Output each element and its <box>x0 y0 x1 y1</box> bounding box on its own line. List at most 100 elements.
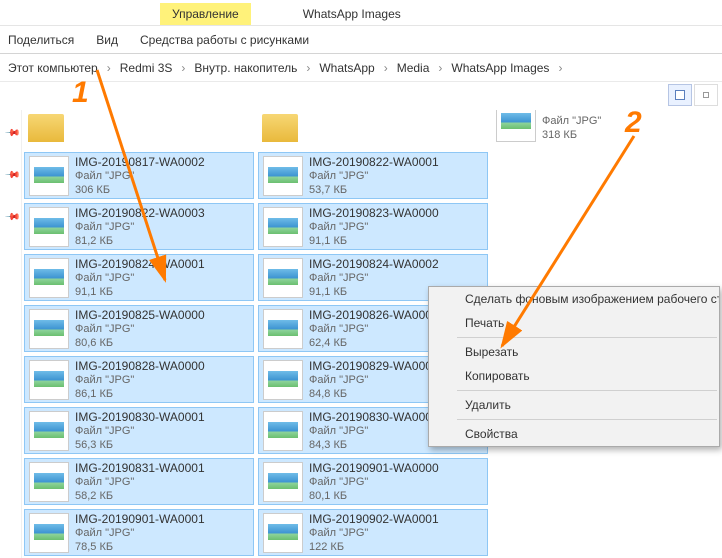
chevron-right-icon: › <box>303 61 313 75</box>
file-type: Файл "JPG" <box>75 169 205 183</box>
window-title: WhatsApp Images <box>291 3 413 25</box>
file-name: IMG-20190817-WA0002 <box>75 155 205 169</box>
file-type: Файл "JPG" <box>309 373 439 387</box>
file-name: IMG-20190830-WA0001 <box>75 410 205 424</box>
separator <box>457 390 717 391</box>
file-name: IMG-20190901-WA0000 <box>309 461 439 475</box>
file-type: Файл "JPG" <box>309 475 439 489</box>
chevron-right-icon: › <box>381 61 391 75</box>
file-type: Файл "JPG" <box>75 271 205 285</box>
pin-icon: 📌 <box>4 167 21 184</box>
crumb-3[interactable]: WhatsApp <box>315 59 378 77</box>
chevron-right-icon: › <box>178 61 188 75</box>
image-file-icon <box>29 462 69 502</box>
image-file-icon <box>263 360 303 400</box>
image-file-icon <box>29 258 69 298</box>
file-type: Файл "JPG" <box>75 322 205 336</box>
ribbon-view[interactable]: Вид <box>96 33 118 47</box>
crumb-0[interactable]: Этот компьютер <box>4 59 102 77</box>
file-size: 86,1 КБ <box>75 387 205 401</box>
image-file-icon <box>263 462 303 502</box>
file-name: IMG-20190830-WA0002 <box>309 410 439 424</box>
file-item[interactable]: IMG-20190830-WA0001Файл "JPG"56,3 КБ <box>24 407 254 454</box>
sidebar: 📌 📌 📌 <box>0 110 22 558</box>
file-name: IMG-20190829-WA0000 <box>309 359 439 373</box>
chevron-right-icon: › <box>555 61 565 75</box>
file-item[interactable]: IMG-20190825-WA0000Файл "JPG"80,6 КБ <box>24 305 254 352</box>
view-mode-toolbar <box>668 84 718 106</box>
file-item[interactable]: IMG-20190822-WA0001Файл "JPG"53,7 КБ <box>258 152 488 199</box>
file-item[interactable]: IMG-20190828-WA0000Файл "JPG"86,1 КБ <box>24 356 254 403</box>
file-name: IMG-20190902-WA0001 <box>309 512 439 526</box>
ribbon-tabs: Управление WhatsApp Images <box>0 0 722 26</box>
file-name: IMG-20190824-WA0001 <box>75 257 205 271</box>
image-file-icon <box>29 309 69 349</box>
file-type: Файл "JPG" <box>309 169 439 183</box>
file-type: Файл "JPG" <box>75 373 205 387</box>
pin-icon: 📌 <box>4 209 21 226</box>
breadcrumb[interactable]: Этот компьютер› Redmi 3S› Внутр. накопит… <box>0 54 722 82</box>
file-size: 58,2 КБ <box>75 489 205 503</box>
cm-copy[interactable]: Копировать <box>429 364 719 388</box>
file-item[interactable]: Файл "JPG" 318 КБ <box>492 110 720 144</box>
file-item[interactable]: IMG-20190822-WA0003Файл "JPG"81,2 КБ <box>24 203 254 250</box>
file-size: 91,1 КБ <box>309 234 439 248</box>
file-type: Файл "JPG" <box>309 271 439 285</box>
view-details-button[interactable] <box>694 84 718 106</box>
cm-delete[interactable]: Удалить <box>429 393 719 417</box>
image-file-icon <box>496 110 536 142</box>
file-type: Файл "JPG" <box>75 424 205 438</box>
file-size: 318 КБ <box>542 128 601 142</box>
file-size: 91,1 КБ <box>309 285 439 299</box>
ribbon-context-tab[interactable]: Управление <box>160 3 251 25</box>
file-item[interactable]: IMG-20190901-WA0001Файл "JPG"78,5 КБ <box>24 509 254 556</box>
image-file-icon <box>263 258 303 298</box>
ribbon-subrow: Поделиться Вид Средства работы с рисунка… <box>0 26 722 54</box>
separator <box>457 337 717 338</box>
file-name: IMG-20190828-WA0000 <box>75 359 205 373</box>
chevron-right-icon: › <box>104 61 114 75</box>
file-type: Файл "JPG" <box>309 526 439 540</box>
separator <box>457 419 717 420</box>
file-size: 84,3 КБ <box>309 438 439 452</box>
file-item[interactable]: IMG-20190901-WA0000Файл "JPG"80,1 КБ <box>258 458 488 505</box>
ribbon-picture-tools[interactable]: Средства работы с рисунками <box>140 33 309 47</box>
file-type: Файл "JPG" <box>542 114 601 128</box>
file-name: IMG-20190901-WA0001 <box>75 512 205 526</box>
cm-cut[interactable]: Вырезать <box>429 340 719 364</box>
ribbon-share[interactable]: Поделиться <box>8 33 74 47</box>
image-file-icon <box>29 411 69 451</box>
image-file-icon <box>29 360 69 400</box>
file-item[interactable]: IMG-20190824-WA0001Файл "JPG"91,1 КБ <box>24 254 254 301</box>
crumb-2[interactable]: Внутр. накопитель <box>190 59 301 77</box>
cm-print[interactable]: Печать <box>429 311 719 335</box>
crumb-5[interactable]: WhatsApp Images <box>447 59 553 77</box>
folder-item[interactable] <box>24 110 252 144</box>
file-size: 78,5 КБ <box>75 540 205 554</box>
cm-properties[interactable]: Свойства <box>429 422 719 446</box>
file-size: 122 КБ <box>309 540 439 554</box>
crumb-4[interactable]: Media <box>393 59 434 77</box>
image-file-icon <box>263 156 303 196</box>
file-name: IMG-20190822-WA0001 <box>309 155 439 169</box>
file-type: Файл "JPG" <box>75 220 205 234</box>
file-type: Файл "JPG" <box>309 220 439 234</box>
file-name: IMG-20190824-WA0002 <box>309 257 439 271</box>
file-item[interactable]: IMG-20190831-WA0001Файл "JPG"58,2 КБ <box>24 458 254 505</box>
context-menu: Сделать фоновым изображением рабочего ст… <box>428 286 720 447</box>
crumb-1[interactable]: Redmi 3S <box>116 59 177 77</box>
file-item[interactable]: IMG-20190902-WA0001Файл "JPG"122 КБ <box>258 509 488 556</box>
view-large-button[interactable] <box>668 84 692 106</box>
cm-set-wallpaper[interactable]: Сделать фоновым изображением рабочего ст… <box>429 287 719 311</box>
file-size: 91,1 КБ <box>75 285 205 299</box>
pin-icon: 📌 <box>4 125 21 142</box>
file-item[interactable]: IMG-20190823-WA0000Файл "JPG"91,1 КБ <box>258 203 488 250</box>
file-size: 80,6 КБ <box>75 336 205 350</box>
file-item[interactable]: IMG-20190817-WA0002Файл "JPG"306 КБ <box>24 152 254 199</box>
file-name: IMG-20190825-WA0000 <box>75 308 205 322</box>
file-name: IMG-20190823-WA0000 <box>309 206 439 220</box>
folder-item[interactable] <box>258 110 486 144</box>
image-file-icon <box>29 513 69 553</box>
image-file-icon <box>263 207 303 247</box>
folder-icon <box>28 114 64 142</box>
